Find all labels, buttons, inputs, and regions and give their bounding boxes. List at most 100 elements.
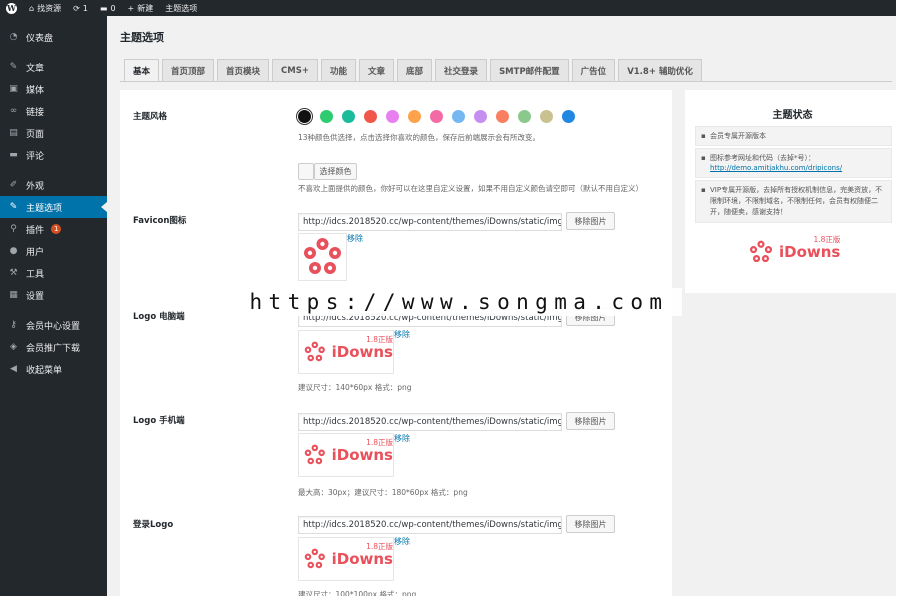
logo-wordmark: iDowns1.8正版 bbox=[779, 243, 840, 261]
logo-mobile-remove-link[interactable]: 移除 bbox=[394, 433, 410, 444]
logo-wordmark: iDowns1.8正版 bbox=[332, 343, 393, 361]
color-swatch[interactable] bbox=[342, 110, 355, 123]
collapse-icon: ◀ bbox=[8, 364, 19, 374]
login-logo-remove-link[interactable]: 移除 bbox=[394, 536, 410, 547]
color-preview[interactable] bbox=[298, 163, 314, 180]
sidebar-item-settings[interactable]: ▦设置 bbox=[0, 284, 107, 306]
admin-sidebar: ◔仪表盘 ✎文章 ▣媒体 ∞链接 ▤页面 ▬评论 ✐外观 ✎主题选项 ⚲插件1 … bbox=[0, 16, 107, 603]
logo-wordmark: iDowns1.8正版 bbox=[332, 446, 393, 464]
sidebar-collapse-menu[interactable]: ◀收起菜单 bbox=[0, 358, 107, 380]
sidebar-item-posts[interactable]: ✎文章 bbox=[0, 56, 107, 78]
tab-divider bbox=[120, 81, 892, 82]
tab-smtp[interactable]: SMTP邮件配置 bbox=[490, 59, 569, 81]
key-icon: ⚷ bbox=[8, 320, 19, 330]
favicon-url-input[interactable]: http://idcs.2018520.cc/wp-content/themes… bbox=[298, 213, 562, 231]
tab-features[interactable]: 功能 bbox=[321, 59, 356, 81]
login-logo-url-input[interactable]: http://idcs.2018520.cc/wp-content/themes… bbox=[298, 516, 562, 534]
wrench-icon: ⚒ bbox=[8, 268, 19, 278]
tab-home-modules[interactable]: 首页模块 bbox=[217, 59, 269, 81]
dashboard-icon: ◔ bbox=[8, 32, 19, 42]
color-swatch[interactable] bbox=[364, 110, 377, 123]
favicon-label: Favicon图标 bbox=[133, 214, 186, 226]
sidebar-item-comments[interactable]: ▬评论 bbox=[0, 144, 107, 166]
color-swatch[interactable] bbox=[540, 110, 553, 123]
status-item-license: VIP专属开源版，去掉所有授权机制信息，完美资放，不限制环境，不限制域名，不限制… bbox=[695, 180, 892, 223]
sidebar-item-tools[interactable]: ⚒工具 bbox=[0, 262, 107, 284]
plus-icon: + bbox=[128, 4, 135, 13]
theme-style-label: 主题风格 bbox=[133, 110, 167, 122]
settings-panel: 主题风格 13种颜色供选择，点击选择你喜欢的颜色，保存后前端展示会有所改变。 选… bbox=[120, 90, 672, 603]
color-swatch[interactable] bbox=[496, 110, 509, 123]
sidebar-item-media[interactable]: ▣媒体 bbox=[0, 78, 107, 100]
sidebar-item-pages[interactable]: ▤页面 bbox=[0, 122, 107, 144]
status-item-version: 会员专属开源版本 bbox=[695, 126, 892, 146]
tab-posts[interactable]: 文章 bbox=[359, 59, 394, 81]
logo-wordmark: iDowns1.8正版 bbox=[332, 550, 393, 568]
tab-footer[interactable]: 底部 bbox=[397, 59, 432, 81]
page-icon: ▤ bbox=[8, 128, 19, 138]
sidebar-item-links[interactable]: ∞链接 bbox=[0, 100, 107, 122]
logo-pc-preview: iDowns1.8正版 bbox=[298, 330, 394, 374]
flower-logo-icon bbox=[302, 441, 328, 469]
comments-link[interactable]: ▬0 bbox=[100, 4, 116, 13]
colors-help: 13种颜色供选择，点击选择你喜欢的颜色，保存后前端展示会有所改变。 bbox=[298, 132, 540, 143]
frame-border-bottom bbox=[0, 596, 900, 603]
tab-social-login[interactable]: 社交登录 bbox=[435, 59, 487, 81]
login-logo-preview: iDowns1.8正版 bbox=[298, 537, 394, 581]
status-logo: iDowns1.8正版 bbox=[747, 238, 840, 266]
site-name-link[interactable]: ⌂找资源 bbox=[29, 3, 61, 14]
tab-basic[interactable]: 基本 bbox=[124, 59, 159, 81]
color-swatch[interactable] bbox=[320, 110, 333, 123]
plugin-icon: ⚲ bbox=[8, 224, 19, 234]
login-logo-label: 登录Logo bbox=[133, 518, 173, 530]
page-title: 主题选项 bbox=[120, 29, 164, 45]
admin-bar: W ⌂找资源 ⟳1 ▬0 +新建 主题选项 bbox=[0, 0, 900, 16]
user-icon: ● bbox=[8, 246, 19, 256]
logo-mobile-url-input[interactable]: http://idcs.2018520.cc/wp-content/themes… bbox=[298, 413, 562, 431]
status-title: 主题状态 bbox=[685, 106, 900, 121]
sidebar-item-member-settings[interactable]: ⚷会员中心设置 bbox=[0, 314, 107, 336]
color-swatch[interactable] bbox=[562, 110, 575, 123]
login-logo-remove-image-button[interactable]: 移除图片 bbox=[566, 515, 615, 533]
logo-mobile-preview: iDowns1.8正版 bbox=[298, 433, 394, 477]
tab-home-top[interactable]: 首页顶部 bbox=[162, 59, 214, 81]
flower-logo-icon bbox=[299, 234, 346, 280]
theme-options-link[interactable]: 主题选项 bbox=[165, 3, 197, 14]
updates-link[interactable]: ⟳1 bbox=[73, 4, 88, 13]
favicon-remove-image-button[interactable]: 移除图片 bbox=[566, 212, 615, 230]
color-swatch[interactable] bbox=[430, 110, 443, 123]
tab-v18-optimize[interactable]: V1.8+ 辅助优化 bbox=[618, 59, 702, 81]
tab-ads[interactable]: 广告位 bbox=[572, 59, 616, 81]
link-icon: ∞ bbox=[8, 106, 19, 116]
logo-pc-label: Logo 电脑端 bbox=[133, 310, 185, 322]
update-count-badge: 1 bbox=[51, 224, 61, 234]
logo-pc-remove-link[interactable]: 移除 bbox=[394, 329, 410, 340]
favicon-remove-link[interactable]: 移除 bbox=[347, 233, 363, 244]
select-color-button[interactable]: 选择颜色 bbox=[314, 163, 357, 180]
sidebar-item-users[interactable]: ●用户 bbox=[0, 240, 107, 262]
comment-icon: ▬ bbox=[100, 4, 108, 13]
refresh-icon: ⟳ bbox=[73, 4, 80, 13]
logo-mobile-remove-image-button[interactable]: 移除图片 bbox=[566, 412, 615, 430]
sidebar-item-appearance[interactable]: ✐外观 bbox=[0, 174, 107, 196]
logo-mobile-label: Logo 手机端 bbox=[133, 414, 185, 426]
color-swatch[interactable] bbox=[474, 110, 487, 123]
new-content-link[interactable]: +新建 bbox=[128, 3, 154, 14]
sidebar-item-dashboard[interactable]: ◔仪表盘 bbox=[0, 26, 107, 48]
settings-icon: ▦ bbox=[8, 290, 19, 300]
color-swatch[interactable] bbox=[518, 110, 531, 123]
color-swatch[interactable] bbox=[452, 110, 465, 123]
wp-logo-menu[interactable]: W bbox=[6, 3, 17, 14]
sidebar-item-plugins[interactable]: ⚲插件1 bbox=[0, 218, 107, 240]
tab-cms[interactable]: CMS+ bbox=[272, 59, 318, 81]
watermark: https://www.songma.com bbox=[236, 288, 682, 316]
dripicons-link[interactable]: http://demo.amitjakhu.com/dripicons/ bbox=[710, 164, 842, 172]
home-icon: ⌂ bbox=[29, 4, 34, 13]
color-swatch[interactable] bbox=[408, 110, 421, 123]
wordpress-icon: W bbox=[6, 3, 17, 14]
color-swatch[interactable] bbox=[386, 110, 399, 123]
sidebar-item-theme-options[interactable]: ✎主题选项 bbox=[0, 196, 107, 218]
color-swatch[interactable] bbox=[298, 110, 311, 123]
sidebar-item-member-promo[interactable]: ◈会员推广下载 bbox=[0, 336, 107, 358]
flower-logo-icon bbox=[747, 238, 775, 266]
